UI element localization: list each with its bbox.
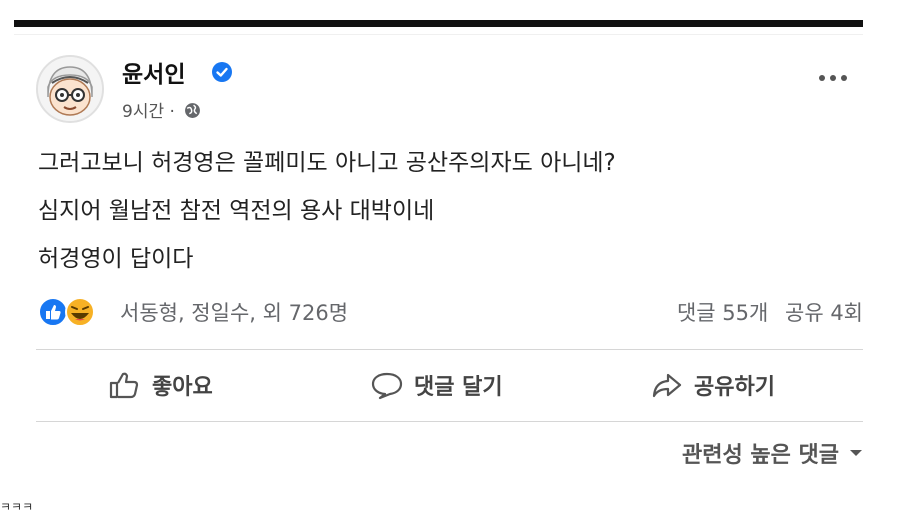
comment-sort-dropdown[interactable]: 관련성 높은 댓글: [682, 437, 863, 469]
share-label: 공유하기: [694, 375, 775, 400]
post-meta: 9시간 ·: [122, 97, 201, 122]
comment-bubble-icon: [371, 372, 403, 400]
comment-count[interactable]: 댓글 55개: [677, 301, 768, 325]
sort-label: 관련성 높은 댓글: [682, 443, 839, 468]
haha-reaction-icon: [65, 297, 95, 327]
meta-separator: ·: [169, 102, 175, 122]
reaction-names: 서동형, 정일수, 외 726명: [120, 301, 349, 325]
post-time[interactable]: 9시간: [122, 102, 164, 122]
like-button[interactable]: 좋아요: [108, 367, 213, 403]
chevron-down-icon: [850, 450, 862, 456]
top-black-bar: [14, 20, 863, 27]
post-text-line-2: 심지어 월남전 참전 역전의 용사 대박이네: [38, 198, 435, 224]
share-count[interactable]: 공유 4회: [785, 301, 863, 325]
verified-badge-icon: [212, 62, 232, 82]
globe-icon: [185, 103, 201, 118]
share-button[interactable]: 공유하기: [650, 367, 775, 403]
author-name[interactable]: 윤서인: [122, 55, 185, 89]
divider-bottom: [36, 421, 863, 422]
reaction-icons: [38, 297, 95, 327]
more-options-icon[interactable]: [818, 73, 848, 83]
share-arrow-icon: [652, 373, 682, 398]
thumbs-up-icon: [109, 372, 139, 399]
comment-button[interactable]: 댓글 달기: [370, 367, 503, 403]
post-card: 윤서인 9시간 · 그러고보니 허경영은 꼴페미도 아니고 공산주의자도 아니네…: [14, 34, 863, 475]
comment-label: 댓글 달기: [414, 375, 503, 400]
post-text-line-1: 그러고보니 허경영은 꼴페미도 아니고 공산주의자도 아니네?: [38, 150, 616, 176]
like-reaction-icon: [38, 297, 68, 327]
post-stats: 댓글 55개 공유 4회: [667, 297, 863, 327]
like-label: 좋아요: [152, 375, 213, 400]
avatar-cartoon-icon: [38, 57, 102, 121]
divider-top: [36, 349, 863, 350]
post-text-line-3: 허경영이 답이다: [38, 246, 194, 272]
avatar[interactable]: [36, 55, 104, 123]
corner-caption: ㅋㅋㅋ: [0, 500, 34, 514]
